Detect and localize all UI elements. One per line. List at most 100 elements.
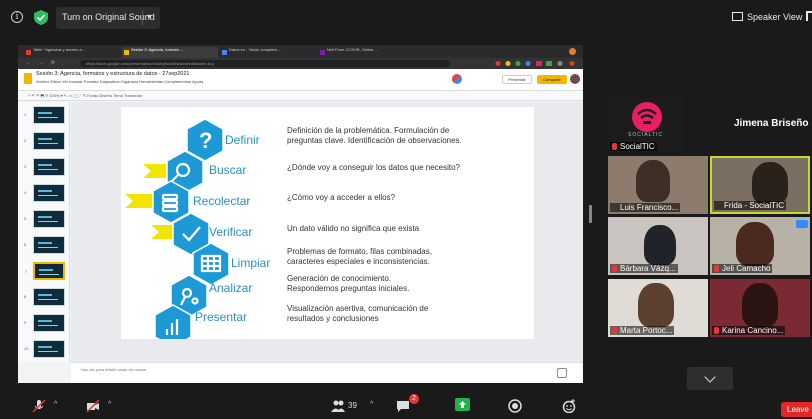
- meeting-top-bar: i Turn on Original Sound ▾ Speaker View: [0, 0, 812, 36]
- panel-resize-handle[interactable]: [589, 205, 592, 223]
- participant-count: 39: [348, 401, 357, 410]
- more-options-icon[interactable]: [796, 220, 808, 228]
- app-menu[interactable]: Archivo Editar Ver Insertar Formato Diap…: [36, 79, 203, 84]
- chevron-down-icon[interactable]: ▾: [147, 12, 151, 21]
- slide-thumbnail[interactable]: 2: [24, 132, 65, 150]
- browser-nav-icons[interactable]: ← → ⟳: [26, 60, 58, 66]
- step-description-verificar: Un dato válido no significa que exista: [287, 224, 419, 234]
- participant-tile[interactable]: Luis Francisco...: [608, 156, 708, 214]
- slide-thumbnail[interactable]: 4: [24, 184, 65, 202]
- chat-icon[interactable]: [396, 399, 410, 413]
- participants-options-chevron-icon[interactable]: ^: [370, 401, 373, 408]
- share-button[interactable]: Compartir: [537, 75, 567, 84]
- tab-label: Taller "Agencias y acceso a ...: [33, 47, 87, 52]
- browser-tab[interactable]: Neil Form CCSHR, Online ...: [318, 47, 414, 58]
- step-label-definir: Definir: [225, 133, 260, 147]
- shared-screen: Taller "Agencias y acceso a ... Sesión 3…: [18, 45, 583, 383]
- tab-label: Neil Form CCSHR, Online ...: [327, 47, 378, 52]
- slide-thumbnail[interactable]: 3: [24, 158, 65, 176]
- mic-muted-icon: [714, 327, 719, 334]
- original-sound-button[interactable]: Turn on Original Sound ▾: [56, 7, 160, 29]
- slide-thumbnail[interactable]: 1: [24, 106, 65, 124]
- description-line: caracteres especiales e inconsistencias.: [287, 256, 430, 266]
- share-screen-icon[interactable]: [455, 398, 470, 411]
- participant-tile[interactable]: Marta Portoc...: [608, 279, 708, 337]
- explore-icon[interactable]: [557, 368, 567, 378]
- participant-name: Bárbara Vázq...: [610, 264, 678, 273]
- description-line: Definición de la problemática. Formulaci…: [287, 126, 450, 135]
- record-icon[interactable]: [508, 399, 522, 413]
- slide-canvas: ? Definir Buscar Recolectar Verificar Li…: [71, 102, 583, 362]
- chevron-down-icon: [704, 371, 716, 383]
- participant-tile[interactable]: Karina Cancino...: [710, 279, 810, 337]
- description-line: Problemas de formato, filas combinadas,: [287, 247, 432, 256]
- step-label-buscar: Buscar: [209, 163, 247, 177]
- slide-thumbnail[interactable]: 10: [24, 340, 65, 358]
- tab-label: Sesión 3: Agencia, formato ...: [131, 47, 184, 52]
- slide-thumbnail-selected[interactable]: 7: [25, 262, 65, 280]
- current-slide[interactable]: ? Definir Buscar Recolectar Verificar Li…: [121, 107, 534, 339]
- participant-name: Marta Portoc...: [610, 326, 675, 335]
- step-label-analizar: Analizar: [209, 281, 253, 295]
- security-shield-icon[interactable]: [34, 10, 48, 25]
- leave-button[interactable]: Leave: [781, 402, 812, 417]
- slide-thumbnail[interactable]: 6: [24, 236, 65, 254]
- step-label-limpiar: Limpiar: [231, 256, 271, 270]
- url-field[interactable]: https://docs.google.com/presentation/d/1…: [80, 60, 450, 67]
- speaker-notes[interactable]: Haz clic para añadir notas del orador: [71, 362, 583, 383]
- participant-tile[interactable]: Jeli Camacho: [710, 217, 810, 275]
- slides-logo-icon[interactable]: [24, 73, 32, 84]
- step-description-presentar: Visualización asertiva, comunicación de …: [287, 304, 428, 323]
- participant-name: Jeli Camacho: [712, 264, 773, 273]
- tab-favicon-icon: [222, 50, 227, 55]
- browser-tab-active[interactable]: Sesión 3: Agencia, formato ...: [122, 47, 218, 58]
- description-line: Visualización asertiva, comunicación de: [287, 304, 429, 313]
- avatar[interactable]: [570, 74, 580, 84]
- meeting-controls-bar: ^ ^ 39 ^ 2 Leave: [0, 392, 812, 419]
- slide-filmstrip: 1 2 3 4 5 6 7 8 9 10: [18, 102, 70, 362]
- participant-name: SocialTIC: [610, 142, 657, 151]
- step-description-analizar: Generación de conocimiento. Respondemos …: [287, 274, 409, 293]
- participant-tile-socialtic[interactable]: SOCIALTIC SocialTIC: [608, 97, 684, 153]
- browser-extensions-icon[interactable]: [488, 60, 578, 67]
- fullscreen-icon[interactable]: [806, 11, 812, 21]
- participants-icon[interactable]: [331, 399, 345, 413]
- document-title[interactable]: Sesión 3: Agencia, formatos y estructura…: [36, 71, 189, 77]
- info-icon[interactable]: i: [11, 11, 23, 23]
- browser-tab[interactable]: Datos en - Visión completa ...: [220, 47, 316, 58]
- mic-muted-icon: [612, 143, 617, 150]
- reactions-icon[interactable]: [562, 399, 576, 413]
- description-line: Respondemos preguntas iniciales.: [287, 283, 410, 293]
- participant-video: [742, 283, 778, 327]
- present-button[interactable]: Presentar: [502, 75, 532, 84]
- participant-video: [736, 222, 774, 266]
- slides-toolbar[interactable]: + ↶ ↷ 🖶 ⚲ 100% ▾ ↖ ▭ ◯ ⟋ ✎ Fondo Diseño …: [18, 91, 583, 101]
- video-options-chevron-icon[interactable]: ^: [108, 401, 111, 408]
- tab-label: Datos en - Visión completa ...: [229, 47, 282, 52]
- meet-icon[interactable]: [452, 74, 462, 84]
- slide-thumbnail[interactable]: 9: [24, 314, 65, 332]
- participant-tile[interactable]: Bárbara Vázq...: [608, 217, 708, 275]
- slide-thumbnail[interactable]: 5: [24, 210, 65, 228]
- participant-tile-active-speaker[interactable]: Frida - SocialTIC: [710, 156, 810, 214]
- participant-name: Frida - SocialTIC: [714, 201, 787, 210]
- participant-video: [636, 160, 670, 202]
- chat-unread-badge: 2: [409, 394, 419, 404]
- browser-profile-icon[interactable]: [569, 48, 576, 55]
- notes-placeholder: Haz clic para añadir notas del orador: [81, 367, 147, 372]
- step-description-limpiar: Problemas de formato, filas combinadas, …: [287, 247, 432, 266]
- zoom-meeting-window: i Turn on Original Sound ▾ Speaker View …: [0, 0, 812, 419]
- mic-options-chevron-icon[interactable]: ^: [54, 401, 57, 408]
- socialtic-logo: [632, 102, 662, 132]
- svg-text:?: ?: [199, 128, 212, 153]
- original-sound-label: Turn on Original Sound: [62, 12, 155, 22]
- slide-thumbnail[interactable]: 8: [24, 288, 65, 306]
- scroll-down-button[interactable]: [687, 367, 733, 390]
- video-off-icon[interactable]: [86, 399, 100, 413]
- tab-favicon-icon: [320, 50, 325, 55]
- logo-text: SOCIALTIC: [628, 132, 664, 138]
- speaker-view-button[interactable]: Speaker View: [732, 12, 802, 22]
- browser-tab[interactable]: Taller "Agencias y acceso a ...: [24, 47, 120, 58]
- participant-video: [752, 162, 788, 204]
- mic-muted-icon[interactable]: [32, 399, 46, 413]
